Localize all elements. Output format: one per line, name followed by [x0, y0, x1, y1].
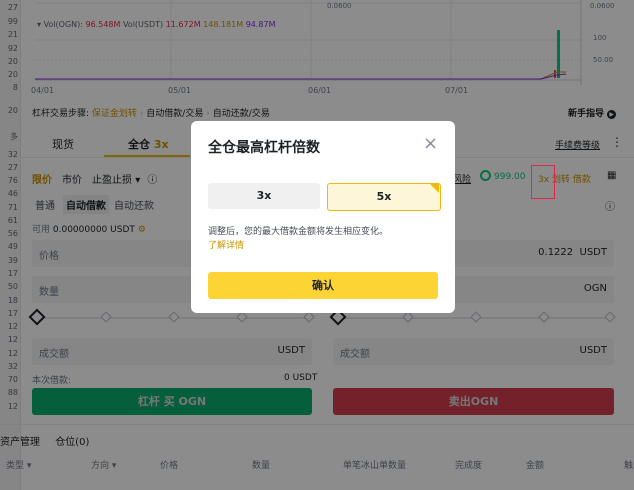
leverage-option-5x[interactable]: 5x [327, 183, 441, 211]
highlight-box [531, 165, 555, 199]
selected-corner-icon [430, 184, 439, 193]
leverage-option-3x[interactable]: 3x [208, 183, 320, 209]
learn-more-link[interactable]: 了解详情 [208, 238, 244, 251]
modal-title: 全仓最高杠杆倍数 [208, 140, 320, 156]
close-icon[interactable]: × [423, 133, 438, 154]
modal-note: 调整后，您的最大借款金额将发生相应变化。 [208, 227, 389, 237]
confirm-button[interactable]: 确认 [208, 272, 438, 299]
